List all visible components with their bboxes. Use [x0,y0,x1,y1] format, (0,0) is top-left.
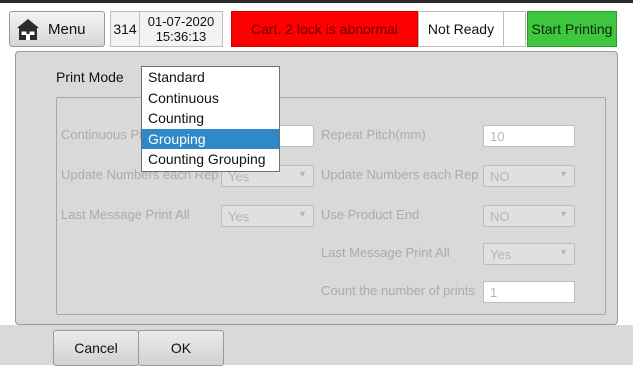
repeat-pitch-input[interactable]: 10 [483,125,575,147]
last-message-label-left: Last Message Print All [61,207,190,222]
menu-button[interactable]: Menu [9,11,105,47]
last-message-value-right: Yes [490,247,512,262]
update-numbers-label-right: Update Numbers each Rep [321,167,479,182]
use-product-end-select[interactable]: NO ▼ [483,205,575,227]
last-message-select-left[interactable]: Yes ▼ [221,205,314,227]
chevron-down-icon: ▼ [559,169,568,179]
chevron-down-icon: ▼ [559,247,568,257]
top-border [0,0,633,3]
repeat-pitch-label: Repeat Pitch(mm) [321,127,426,142]
continuous-pitch-input[interactable] [278,125,314,147]
status-indicator: Not Ready [418,11,504,47]
use-product-end-value: NO [490,209,510,224]
use-product-end-label: Use Product End [321,207,420,222]
time-text: 15:36:13 [155,29,207,44]
last-message-select-right[interactable]: Yes ▼ [483,243,575,265]
option-standard[interactable]: Standard [142,67,279,88]
update-numbers-select-right[interactable]: NO ▼ [483,165,575,187]
datetime-display: 01-07-2020 15:36:13 [139,11,223,47]
update-numbers-value-right: NO [490,169,510,184]
option-counting[interactable]: Counting [142,108,279,129]
ok-button[interactable]: OK [138,330,224,366]
chevron-down-icon: ▼ [298,169,307,179]
print-mode-dropdown[interactable]: Standard Continuous Counting Grouping Co… [141,66,280,172]
cancel-button[interactable]: Cancel [53,330,139,366]
print-count: 314 [110,11,139,47]
date-text: 01-07-2020 [147,14,215,29]
settings-group: Continuous Pitch(mm) Update Numbers each… [56,97,606,315]
option-counting-grouping[interactable]: Counting Grouping [142,149,279,170]
count-prints-input[interactable]: 1 [483,281,575,303]
print-mode-label: Print Mode [56,69,124,85]
chevron-down-icon: ▼ [298,209,307,219]
count-prints-label: Count the number of prints [321,283,475,298]
menu-label: Menu [48,20,86,38]
print-mode-dialog: Print Mode Continuous Pitch(mm) Update N… [15,51,618,325]
option-grouping[interactable]: Grouping [142,128,279,149]
last-message-label-right: Last Message Print All [321,245,450,260]
start-printing-button[interactable]: Start Printing [527,11,617,47]
status-spacer [504,11,526,47]
last-message-value-left: Yes [228,209,250,224]
alarm-banner[interactable]: Cart. 2 lock is abnormal [231,11,418,47]
option-continuous[interactable]: Continuous [142,88,279,109]
home-icon [16,17,40,41]
chevron-down-icon: ▼ [559,209,568,219]
